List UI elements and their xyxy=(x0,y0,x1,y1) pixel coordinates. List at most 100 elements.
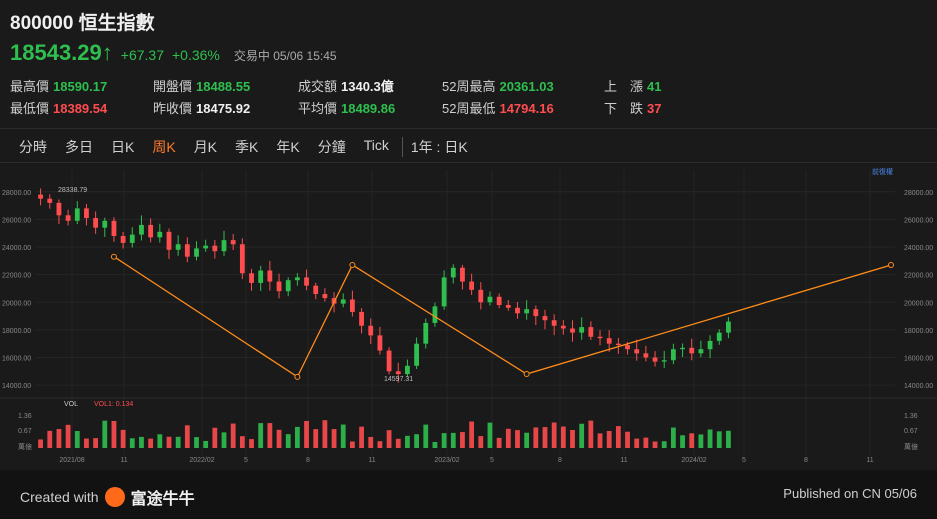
vol-tick-left: 1.36 xyxy=(18,413,32,420)
volume-bar xyxy=(93,438,99,448)
x-tick-label: 8 xyxy=(306,457,310,464)
candle-body xyxy=(350,299,355,312)
candle-body xyxy=(322,293,328,299)
y-tick-label-left: 16000.00 xyxy=(2,355,31,362)
candle-body xyxy=(56,202,62,216)
x-tick-label: 5 xyxy=(490,457,494,464)
trend-point xyxy=(523,371,530,378)
candle-body xyxy=(524,309,530,314)
volume-bar xyxy=(285,434,291,448)
volume-bar xyxy=(56,429,62,448)
volume-bar xyxy=(460,432,465,448)
candle-body xyxy=(652,357,658,362)
volume-bar xyxy=(505,428,511,448)
volume-bar xyxy=(120,429,126,448)
futu-logo-icon xyxy=(104,487,125,507)
volume-bar xyxy=(643,437,649,448)
volume-bar xyxy=(652,441,658,448)
candle-body xyxy=(625,345,630,350)
volume-bar xyxy=(441,433,447,448)
candle-body xyxy=(505,305,511,308)
volume-bar xyxy=(478,436,484,448)
volume-bar xyxy=(615,426,621,448)
y-tick-label-right: 24000.00 xyxy=(904,245,933,252)
volume-bar xyxy=(533,427,539,448)
volume-bar xyxy=(661,441,667,448)
kline-chart[interactable]: 28000.00 28000.00 26000.00 26000.00 24000.00… xyxy=(0,0,937,470)
candle-body xyxy=(313,285,319,294)
volume-bar xyxy=(414,434,419,448)
vol-tick-right: 1.36 xyxy=(904,413,918,420)
volume-bar xyxy=(276,429,282,448)
volume-bar xyxy=(670,427,676,448)
volume-bar xyxy=(111,420,117,448)
candle-body xyxy=(698,349,704,354)
y-tick-label-left: 26000.00 xyxy=(2,217,31,224)
x-tick-label: 2022/02 xyxy=(189,457,214,464)
candle-body xyxy=(432,306,438,323)
volume-bar xyxy=(304,420,309,448)
candle-body xyxy=(377,335,383,351)
y-tick-label-right: 26000.00 xyxy=(904,217,933,224)
candle-body xyxy=(84,208,89,219)
footer: Created with 富途牛牛 Published on CN 05/06 xyxy=(0,470,937,519)
candle-body xyxy=(423,322,429,344)
candle-body xyxy=(496,296,502,306)
y-tick-label-right: 18000.00 xyxy=(904,328,933,335)
volume-bar xyxy=(74,431,80,448)
candle-body xyxy=(120,235,126,243)
vol-tick-right: 0.67 xyxy=(904,428,918,435)
candle-body xyxy=(102,220,108,228)
volume-bar xyxy=(386,430,392,448)
candle-body xyxy=(258,270,264,283)
x-tick-label: 2024/02 xyxy=(681,457,706,464)
volume-bar xyxy=(239,436,245,448)
candle-body xyxy=(74,208,80,221)
candle-body xyxy=(230,240,236,245)
x-tick-label: 8 xyxy=(558,457,562,464)
vol-tick-left: 萬億 xyxy=(18,442,32,451)
candle-body xyxy=(129,234,135,243)
candle-body xyxy=(551,320,557,326)
candle-body xyxy=(405,365,410,375)
vol-tick-left: 0.67 xyxy=(18,428,32,435)
trend-point xyxy=(110,253,117,260)
volume-bar xyxy=(634,438,640,448)
y-tick-label-left: 14000.00 xyxy=(2,383,31,390)
created-with: Created with 富途牛牛 xyxy=(20,485,195,509)
candle-body xyxy=(239,244,245,274)
candle-body xyxy=(184,244,190,257)
volume-bar xyxy=(129,438,135,448)
y-tick-label-left: 24000.00 xyxy=(2,245,31,252)
trend-point xyxy=(294,373,301,380)
y-tick-label-right: 14000.00 xyxy=(904,383,933,390)
candle-body xyxy=(386,350,392,372)
adjust-label: 前復權 xyxy=(872,167,893,176)
volume-bar xyxy=(606,430,612,448)
candle-body xyxy=(634,349,640,354)
volume-bar xyxy=(625,431,630,448)
candle-body xyxy=(304,277,309,286)
volume-bar xyxy=(524,432,530,448)
volume-bar xyxy=(331,429,337,448)
volume-bar xyxy=(405,435,410,448)
volume-bar xyxy=(350,441,355,448)
volume-bar xyxy=(579,423,585,448)
candle-body xyxy=(469,281,475,290)
volume-bar xyxy=(65,424,71,448)
volume-bar xyxy=(560,426,566,448)
volume-bar xyxy=(588,420,594,448)
volume-bar xyxy=(184,425,190,448)
volume-bar xyxy=(680,435,685,448)
volume-bar xyxy=(175,436,181,448)
volume-series-label: VOL1: 0.134 xyxy=(94,401,133,408)
candle-body xyxy=(487,296,493,303)
candle-body xyxy=(716,332,722,341)
volume-bar xyxy=(84,438,89,448)
x-tick-label: 11 xyxy=(620,457,627,464)
x-tick-label: 11 xyxy=(368,457,375,464)
volume-bar xyxy=(47,430,53,448)
volume-bar xyxy=(707,429,713,448)
candle-body xyxy=(203,245,209,249)
candle-body xyxy=(579,327,585,333)
